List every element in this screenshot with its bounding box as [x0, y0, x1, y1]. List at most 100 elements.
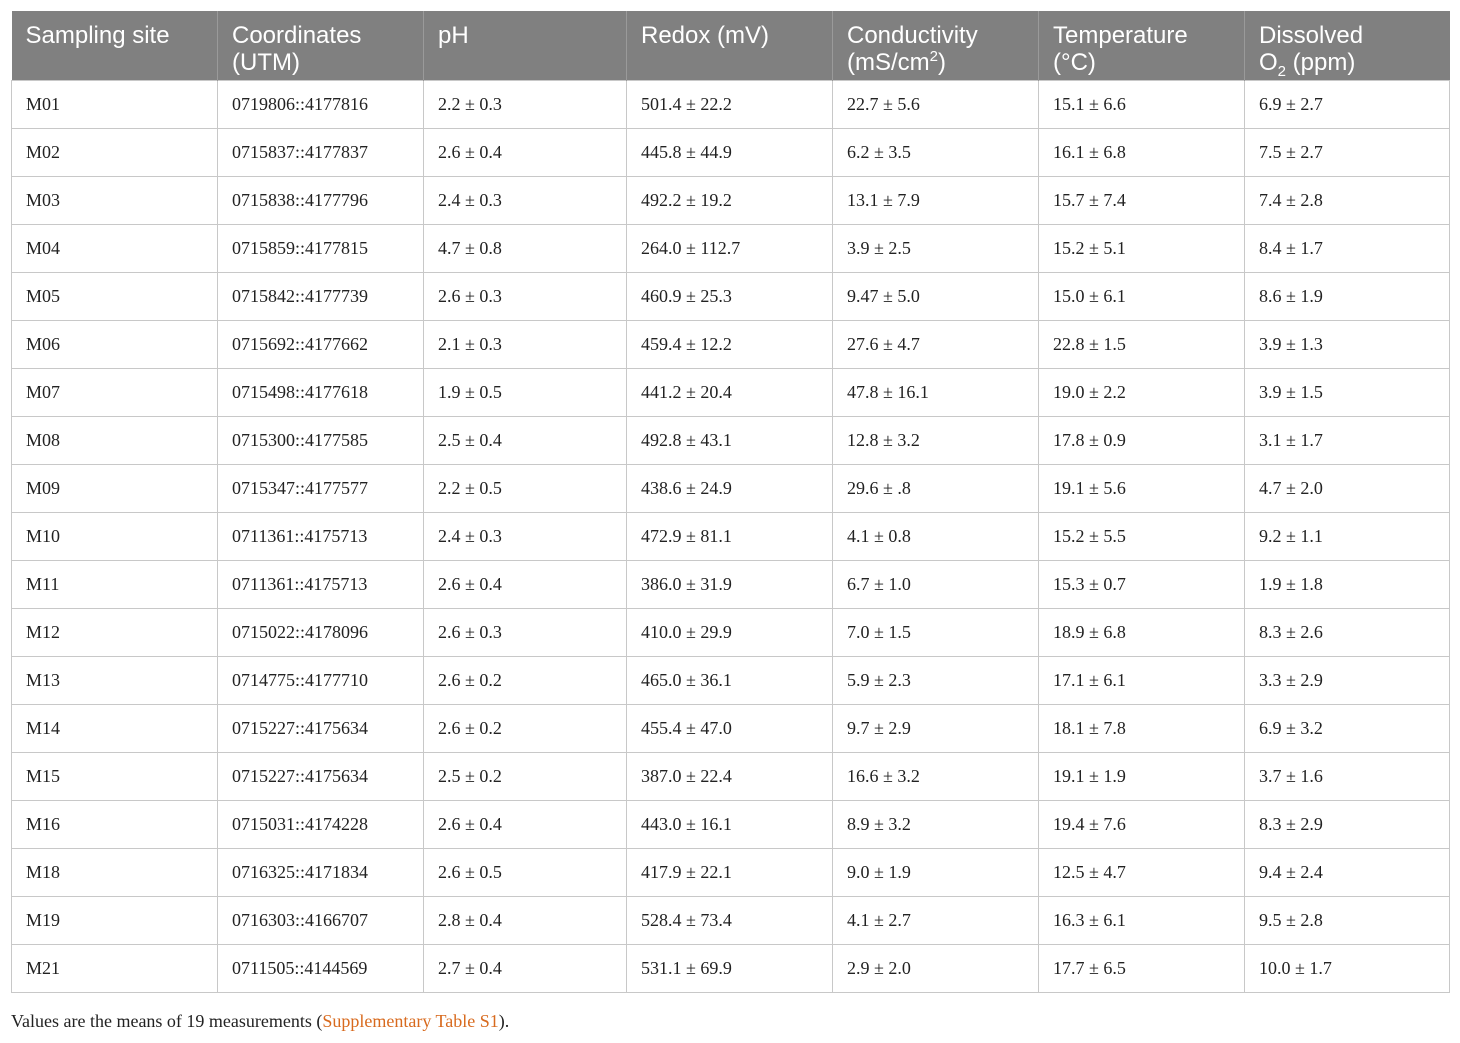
header-temperature: Temperature (°C) [1038, 11, 1245, 80]
table-row: M14 0715227::4175634 2.6 ± 0.2 455.4 ± 47.0… [11, 703, 1450, 753]
cell-redox: 528.4 ± 73.4 [626, 895, 833, 945]
cell-dissolved-o2: 1.9 ± 1.8 [1244, 559, 1450, 609]
cell-dissolved-o2: 7.4 ± 2.8 [1244, 175, 1450, 225]
cell-coordinates: 0715227::4175634 [217, 703, 424, 753]
cell-ph: 2.1 ± 0.3 [423, 319, 627, 369]
cell-temperature: 15.7 ± 7.4 [1038, 175, 1245, 225]
header-dissolved-o2: Dissolved O2 (ppm) [1244, 11, 1450, 80]
cell-redox: 455.4 ± 47.0 [626, 703, 833, 753]
table-row: M06 0715692::4177662 2.1 ± 0.3 459.4 ± 12.2… [11, 319, 1450, 369]
cell-conductivity: 13.1 ± 7.9 [832, 175, 1039, 225]
cell-ph: 2.6 ± 0.4 [423, 127, 627, 177]
cell-ph: 2.7 ± 0.4 [423, 943, 627, 993]
cell-dissolved-o2: 7.5 ± 2.7 [1244, 127, 1450, 177]
table-row: M15 0715227::4175634 2.5 ± 0.2 387.0 ± 22.4… [11, 751, 1450, 801]
cell-site: M18 [11, 847, 218, 897]
cell-conductivity: 22.7 ± 5.6 [832, 79, 1039, 129]
cell-dissolved-o2: 6.9 ± 2.7 [1244, 79, 1450, 129]
cell-dissolved-o2: 4.7 ± 2.0 [1244, 463, 1450, 513]
cell-conductivity: 6.7 ± 1.0 [832, 559, 1039, 609]
table-row: M07 0715498::4177618 1.9 ± 0.5 441.2 ± 20.4… [11, 367, 1450, 417]
cell-temperature: 18.9 ± 6.8 [1038, 607, 1245, 657]
cell-temperature: 18.1 ± 7.8 [1038, 703, 1245, 753]
cell-ph: 2.5 ± 0.2 [423, 751, 627, 801]
cell-dissolved-o2: 8.3 ± 2.6 [1244, 607, 1450, 657]
cell-redox: 492.2 ± 19.2 [626, 175, 833, 225]
cell-conductivity: 27.6 ± 4.7 [832, 319, 1039, 369]
cell-coordinates: 0715022::4178096 [217, 607, 424, 657]
table-row: M05 0715842::4177739 2.6 ± 0.3 460.9 ± 25.3… [11, 271, 1450, 321]
table-row: M08 0715300::4177585 2.5 ± 0.4 492.8 ± 43.1… [11, 415, 1450, 465]
cell-temperature: 19.1 ± 5.6 [1038, 463, 1245, 513]
cell-coordinates: 0715838::4177796 [217, 175, 424, 225]
cell-site: M13 [11, 655, 218, 705]
cell-temperature: 15.2 ± 5.1 [1038, 223, 1245, 273]
cell-site: M08 [11, 415, 218, 465]
cell-redox: 441.2 ± 20.4 [626, 367, 833, 417]
data-table-container: Sampling site Coordinates (UTM) pH Redox … [11, 11, 1450, 993]
cell-coordinates: 0716303::4166707 [217, 895, 424, 945]
cell-coordinates: 0716325::4171834 [217, 847, 424, 897]
header-coordinates: Coordinates (UTM) [217, 11, 424, 80]
header-sampling-site: Sampling site [11, 11, 218, 80]
cell-site: M21 [11, 943, 218, 993]
cell-dissolved-o2: 9.5 ± 2.8 [1244, 895, 1450, 945]
cell-conductivity: 2.9 ± 2.0 [832, 943, 1039, 993]
cell-ph: 2.8 ± 0.4 [423, 895, 627, 945]
cell-dissolved-o2: 3.9 ± 1.3 [1244, 319, 1450, 369]
cell-site: M03 [11, 175, 218, 225]
cell-dissolved-o2: 10.0 ± 1.7 [1244, 943, 1450, 993]
cell-redox: 417.9 ± 22.1 [626, 847, 833, 897]
cell-redox: 445.8 ± 44.9 [626, 127, 833, 177]
cell-redox: 386.0 ± 31.9 [626, 559, 833, 609]
cell-site: M16 [11, 799, 218, 849]
cell-conductivity: 12.8 ± 3.2 [832, 415, 1039, 465]
table-row: M09 0715347::4177577 2.2 ± 0.5 438.6 ± 24.9… [11, 463, 1450, 513]
cell-site: M01 [11, 79, 218, 129]
cell-dissolved-o2: 3.7 ± 1.6 [1244, 751, 1450, 801]
cell-redox: 264.0 ± 112.7 [626, 223, 833, 273]
cell-dissolved-o2: 8.3 ± 2.9 [1244, 799, 1450, 849]
cell-coordinates: 0711361::4175713 [217, 511, 424, 561]
cell-site: M06 [11, 319, 218, 369]
cell-dissolved-o2: 8.6 ± 1.9 [1244, 271, 1450, 321]
cell-redox: 531.1 ± 69.9 [626, 943, 833, 993]
supplementary-table-link[interactable]: Supplementary Table S1 [322, 1011, 498, 1031]
cell-ph: 4.7 ± 0.8 [423, 223, 627, 273]
cell-ph: 1.9 ± 0.5 [423, 367, 627, 417]
cell-coordinates: 0715498::4177618 [217, 367, 424, 417]
cell-redox: 460.9 ± 25.3 [626, 271, 833, 321]
sampling-sites-table: Sampling site Coordinates (UTM) pH Redox … [11, 11, 1450, 993]
cell-redox: 465.0 ± 36.1 [626, 655, 833, 705]
header-ph: pH [423, 11, 627, 80]
table-row: M11 0711361::4175713 2.6 ± 0.4 386.0 ± 31.9… [11, 559, 1450, 609]
cell-temperature: 16.3 ± 6.1 [1038, 895, 1245, 945]
cell-temperature: 12.5 ± 4.7 [1038, 847, 1245, 897]
cell-site: M04 [11, 223, 218, 273]
cell-coordinates: 0719806::4177816 [217, 79, 424, 129]
cell-conductivity: 3.9 ± 2.5 [832, 223, 1039, 273]
cell-coordinates: 0715347::4177577 [217, 463, 424, 513]
cell-site: M11 [11, 559, 218, 609]
cell-temperature: 19.0 ± 2.2 [1038, 367, 1245, 417]
cell-ph: 2.5 ± 0.4 [423, 415, 627, 465]
cell-conductivity: 8.9 ± 3.2 [832, 799, 1039, 849]
cell-ph: 2.2 ± 0.3 [423, 79, 627, 129]
table-row: M19 0716303::4166707 2.8 ± 0.4 528.4 ± 73.4… [11, 895, 1450, 945]
cell-ph: 2.6 ± 0.4 [423, 559, 627, 609]
cell-temperature: 17.7 ± 6.5 [1038, 943, 1245, 993]
cell-temperature: 15.1 ± 6.6 [1038, 79, 1245, 129]
cell-temperature: 22.8 ± 1.5 [1038, 319, 1245, 369]
cell-conductivity: 5.9 ± 2.3 [832, 655, 1039, 705]
cell-site: M07 [11, 367, 218, 417]
cell-conductivity: 7.0 ± 1.5 [832, 607, 1039, 657]
cell-ph: 2.6 ± 0.3 [423, 607, 627, 657]
cell-coordinates: 0715859::4177815 [217, 223, 424, 273]
cell-dissolved-o2: 8.4 ± 1.7 [1244, 223, 1450, 273]
cell-ph: 2.2 ± 0.5 [423, 463, 627, 513]
cell-site: M12 [11, 607, 218, 657]
cell-conductivity: 16.6 ± 3.2 [832, 751, 1039, 801]
cell-ph: 2.6 ± 0.3 [423, 271, 627, 321]
cell-redox: 472.9 ± 81.1 [626, 511, 833, 561]
footnote-text: Values are the means of 19 measurements … [11, 1011, 323, 1031]
